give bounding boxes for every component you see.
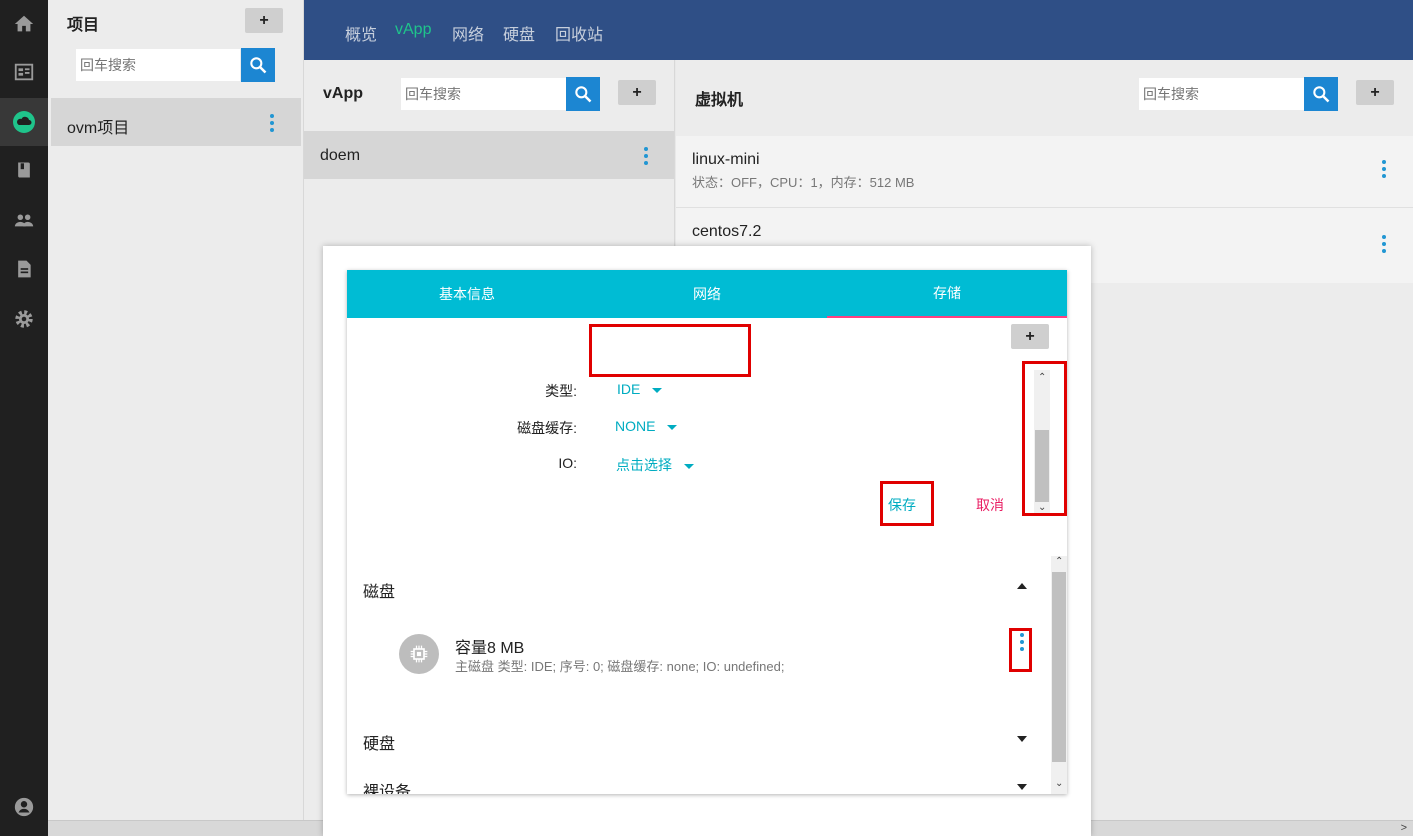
vm-panel-title: 虚拟机 — [695, 92, 744, 109]
highlight-box — [1009, 628, 1032, 672]
users-icon[interactable] — [0, 196, 48, 244]
more-vert-icon[interactable] — [270, 114, 274, 132]
tab-storage[interactable]: 存储 — [827, 270, 1067, 318]
list-item[interactable]: doem — [304, 131, 674, 179]
expand-icon[interactable] — [1017, 736, 1027, 742]
tab-disk[interactable]: 硬盘 — [503, 21, 535, 45]
project-search-button[interactable] — [241, 48, 275, 82]
document-icon[interactable] — [0, 245, 48, 293]
add-vapp-button[interactable]: + — [618, 80, 656, 105]
search-icon — [1313, 86, 1330, 103]
list-item[interactable]: linux-mini 状态：OFF，CPU：1，内存：512 MB — [676, 136, 1413, 206]
chevron-right-icon[interactable]: > — [1401, 822, 1407, 834]
add-project-button[interactable]: + — [245, 8, 283, 33]
chevron-down-icon[interactable]: ⌄ — [1055, 778, 1063, 789]
io-select[interactable]: 点击选择 — [616, 455, 694, 475]
vm-search-input[interactable] — [1138, 77, 1305, 111]
dialog-tabs: 基本信息 网络 存储 — [347, 270, 1067, 318]
vm-name: linux-mini — [692, 151, 760, 168]
more-vert-icon[interactable] — [1382, 160, 1386, 178]
disk-item-title: 容量8 MB — [455, 640, 525, 657]
top-nav-bar: 概览 vApp 网络 硬盘 回收站 — [304, 0, 1413, 60]
search-icon — [250, 57, 267, 74]
tab-network[interactable]: 网络 — [587, 270, 827, 318]
tab-vapp[interactable]: vApp — [395, 21, 431, 39]
vapp-panel-title: vApp — [323, 85, 363, 102]
raw-device-section-title: 裸设备 — [363, 784, 412, 794]
list-scrollbar[interactable]: ⌃ ⌄ — [1051, 556, 1067, 794]
vm-name: centos7.2 — [692, 223, 762, 240]
vapp-search-button[interactable] — [566, 77, 600, 111]
disk-section-title: 磁盘 — [363, 584, 396, 601]
cloud-icon[interactable] — [0, 98, 48, 146]
cache-select[interactable]: NONE — [615, 418, 678, 434]
search-icon — [575, 86, 592, 103]
account-icon[interactable] — [0, 783, 48, 831]
vapp-search-input[interactable] — [400, 77, 567, 111]
chevron-up-icon[interactable]: ⌃ — [1055, 556, 1063, 567]
type-value: IDE — [617, 381, 641, 397]
highlight-box — [1022, 361, 1067, 516]
vapp-name: doem — [320, 147, 361, 164]
cache-label: 磁盘缓存: — [517, 420, 577, 436]
highlight-box — [589, 324, 751, 377]
vm-detail: 状态：OFF，CPU：1，内存：512 MB — [692, 175, 915, 190]
dropdown-arrow-icon — [652, 387, 663, 393]
cache-value: NONE — [615, 418, 656, 434]
more-vert-icon[interactable] — [1382, 235, 1386, 253]
dashboard-icon[interactable] — [0, 48, 48, 96]
dropdown-arrow-icon — [667, 424, 678, 430]
tab-network[interactable]: 网络 — [452, 21, 484, 45]
project-search-input[interactable] — [75, 48, 241, 82]
io-label: IO: — [558, 455, 577, 471]
dropdown-arrow-icon — [684, 463, 694, 469]
scrollbar-thumb[interactable] — [1052, 572, 1066, 762]
book-icon[interactable] — [0, 146, 48, 194]
collapse-icon[interactable] — [1017, 583, 1027, 589]
hdd-section-title: 硬盘 — [363, 736, 396, 753]
cancel-button[interactable]: 取消 — [976, 495, 1004, 515]
io-value: 点击选择 — [616, 457, 672, 473]
project-panel-title: 项目 — [67, 17, 100, 34]
icon-rail — [0, 0, 48, 836]
disk-item-detail: 主磁盘 类型: IDE; 序号: 0; 磁盘缓存: none; IO: unde… — [455, 659, 785, 674]
tab-recycle-bin[interactable]: 回收站 — [555, 21, 603, 45]
more-vert-icon[interactable] — [644, 147, 648, 165]
type-select[interactable]: IDE — [617, 381, 663, 397]
tab-basic-info[interactable]: 基本信息 — [347, 270, 587, 318]
tab-overview[interactable]: 概览 — [345, 21, 377, 45]
storage-card: 基本信息 网络 存储 + 类型: IDE 磁盘缓存: NONE IO: 点击选择… — [347, 270, 1067, 794]
project-panel: 项目 + ovm项目 — [48, 0, 304, 820]
add-vm-button[interactable]: + — [1356, 80, 1394, 105]
home-icon[interactable] — [0, 0, 48, 48]
expand-icon[interactable] — [1017, 784, 1027, 790]
vm-search-button[interactable] — [1304, 77, 1338, 111]
chip-icon — [399, 634, 439, 674]
type-label: 类型: — [545, 383, 577, 399]
highlight-box — [880, 481, 934, 526]
project-name: ovm项目 — [67, 120, 130, 137]
gear-icon[interactable] — [0, 295, 48, 343]
list-item[interactable]: ovm项目 — [51, 98, 301, 146]
add-storage-button[interactable]: + — [1011, 324, 1049, 349]
